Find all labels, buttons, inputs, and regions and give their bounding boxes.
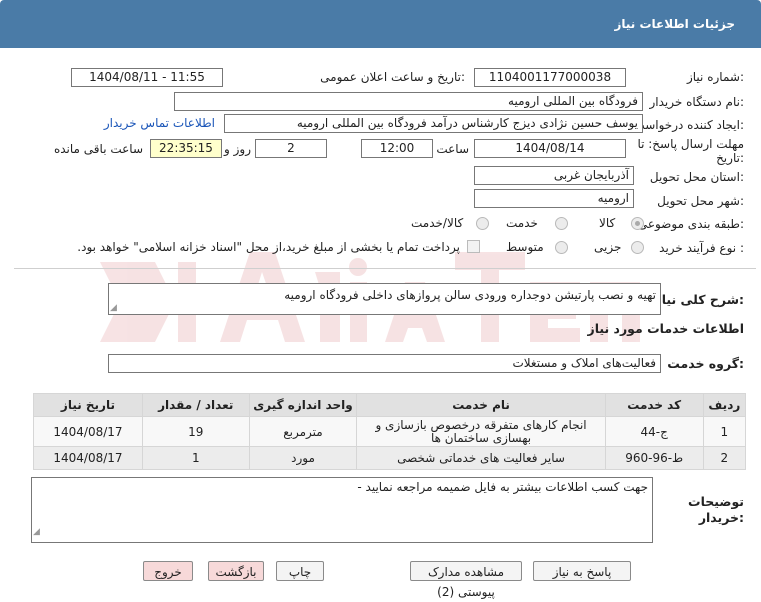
buyer-org-label: نام دستگاه خریدار: — [649, 95, 745, 109]
remaining-time-field: 22:35:15 — [150, 139, 222, 158]
process-label: نوع فرآیند خرید : — [659, 241, 744, 255]
cell-row: 2 — [702, 446, 747, 470]
service-group-field: فعالیت‌های املاک و مستغلات — [108, 354, 661, 373]
divider — [14, 268, 756, 269]
category-option-both: کالا/خدمت — [411, 216, 464, 230]
print-button[interactable]: چاپ — [276, 561, 324, 581]
cell-row: 1 — [702, 416, 747, 447]
exit-button[interactable]: خروج — [143, 561, 193, 581]
resize-handle-icon: ◢ — [110, 303, 117, 313]
days-label: روز و — [224, 142, 251, 156]
cell-date: 1404/08/17 — [33, 446, 143, 470]
process-radio-minor[interactable] — [631, 241, 644, 254]
table-row: 2 ط-96-960 سایر فعالیت های خدماتی شخصی م… — [33, 446, 747, 470]
city-label: شهر محل تحویل: — [657, 194, 744, 208]
days-field: 2 — [255, 139, 327, 158]
treasury-checkbox[interactable] — [467, 240, 480, 253]
need-number-field: 1104001177000038 — [474, 68, 626, 87]
table-row: 1 ج-44 انجام کارهای متفرقه درخصوص بازساز… — [33, 416, 747, 447]
process-option-medium: متوسط — [506, 240, 544, 254]
deadline-time-field: 12:00 — [361, 139, 433, 158]
province-field: آذربایجان غربی — [474, 166, 634, 185]
creator-field: یوسف حسین نژادی دیزج کارشناس درآمد فرودگ… — [224, 114, 643, 133]
cell-qty: 19 — [141, 416, 250, 447]
cell-name: سایر فعالیت های خدماتی شخصی — [356, 446, 606, 470]
category-label: طبقه بندی موضوعی: — [637, 217, 744, 231]
services-table: ردیف کد خدمت نام خدمت واحد اندازه گیری ت… — [33, 393, 747, 470]
buyer-org-field: فرودگاه بین المللی ارومیه — [174, 92, 643, 111]
col-code: کد خدمت — [604, 393, 704, 417]
announce-field: 1404/08/11 - 11:55 — [71, 68, 223, 87]
category-radio-both[interactable] — [476, 217, 489, 230]
remaining-label: ساعت باقی مانده — [53, 142, 143, 156]
cell-unit: مترمربع — [248, 416, 358, 447]
service-group-label: گروه خدمت: — [667, 356, 744, 371]
buyer-notes-label: توضیحات — [688, 494, 744, 509]
view-attachments-button[interactable]: مشاهده مدارک پیوستی (2) — [410, 561, 522, 599]
buyer-notes-field: جهت کسب اطلاعات بیشتر به فایل ضمیمه مراج… — [31, 477, 653, 543]
col-row: ردیف — [702, 393, 747, 417]
deadline-label: مهلت ارسال پاسخ: تا — [637, 137, 744, 151]
services-section-title: اطلاعات خدمات مورد نیاز — [587, 321, 745, 336]
col-unit: واحد اندازه گیری — [248, 393, 358, 417]
category-option-goods: کالا — [599, 216, 616, 230]
col-date: تاریخ نیاز — [33, 393, 143, 417]
buyer-notes-label-2: خریدار: — [698, 510, 744, 525]
process-radio-medium[interactable] — [555, 241, 568, 254]
deadline-date-field: 1404/08/14 — [474, 139, 626, 158]
cell-name: انجام کارهای متفرقه درخصوص بازسازی و بهس… — [356, 416, 606, 447]
deadline-time-label: ساعت — [436, 142, 469, 156]
summary-label: شرح کلی نیاز: — [654, 292, 745, 307]
process-option-minor: جزیی — [594, 240, 622, 254]
city-field: ارومیه — [474, 189, 634, 208]
table-header-row: ردیف کد خدمت نام خدمت واحد اندازه گیری ت… — [33, 393, 747, 417]
cell-code: ط-96-960 — [604, 446, 704, 470]
resize-handle-icon: ◢ — [33, 527, 40, 537]
announce-label: تاریخ و ساعت اعلان عمومی: — [320, 70, 465, 84]
header-bar: جزئیات اطلاعات نیاز — [0, 0, 761, 48]
cell-unit: مورد — [248, 446, 358, 470]
reply-button[interactable]: پاسخ به نیاز — [533, 561, 631, 581]
creator-label: ایجاد کننده درخواست: — [633, 118, 744, 132]
cell-date: 1404/08/17 — [33, 416, 143, 447]
col-name: نام خدمت — [356, 393, 606, 417]
category-option-service: خدمت — [506, 216, 538, 230]
col-qty: تعداد / مقدار — [141, 393, 250, 417]
category-radio-goods[interactable] — [631, 217, 644, 230]
buyer-contact-link[interactable]: اطلاعات تماس خریدار — [104, 116, 215, 130]
deadline-date-label: تاریخ: — [716, 151, 744, 165]
summary-field: تهیه و نصب پارتیشن دوجداره ورودی سالن پر… — [108, 283, 661, 315]
province-label: استان محل تحویل: — [649, 170, 744, 184]
cell-qty: 1 — [141, 446, 250, 470]
treasury-note: پرداخت تمام یا بخشی از مبلغ خرید،از محل … — [77, 240, 460, 254]
page-title: جزئیات اطلاعات نیاز — [614, 17, 735, 31]
category-radio-service[interactable] — [555, 217, 568, 230]
back-button[interactable]: بازگشت — [208, 561, 264, 581]
need-number-label: شماره نیاز: — [686, 70, 744, 84]
cell-code: ج-44 — [604, 416, 704, 447]
